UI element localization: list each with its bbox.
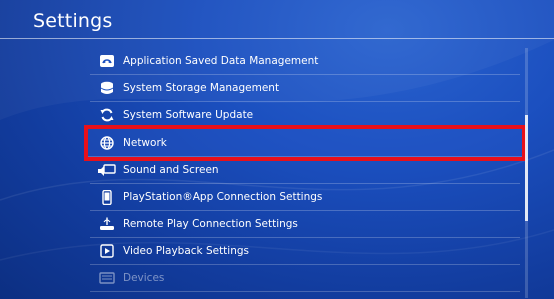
video-playback-icon [90, 238, 123, 265]
menu-item-label: PlayStation®App Connection Settings [123, 191, 323, 203]
menu-item-label: System Storage Management [123, 82, 280, 94]
storage-icon [90, 75, 123, 102]
menu-item-label: Network [123, 136, 167, 149]
menu-item-application-saved-data[interactable]: Application Saved Data Management [90, 48, 520, 75]
menu-item-label: Video Playback Settings [123, 245, 250, 257]
devices-icon [90, 265, 123, 292]
page-title: Settings [33, 10, 113, 32]
update-icon [90, 102, 123, 129]
menu-item-remote-play-connection[interactable]: Remote Play Connection Settings [90, 211, 520, 238]
menu-item-sound-and-screen[interactable]: Sound and Screen [90, 157, 520, 184]
menu-item-label: System Software Update [123, 109, 254, 121]
menu-item-label: Devices [123, 272, 165, 284]
menu-item-label: Sound and Screen [123, 164, 219, 176]
menu-item-playstation-app-connection[interactable]: PlayStation®App Connection Settings [90, 184, 520, 211]
menu-item-system-storage[interactable]: System Storage Management [90, 75, 520, 102]
settings-list: Application Saved Data Management System… [84, 48, 526, 292]
menu-item-label: Application Saved Data Management [123, 55, 319, 67]
phone-icon [90, 184, 123, 211]
menu-item-system-software-update[interactable]: System Software Update [90, 102, 520, 129]
save-data-icon [90, 48, 123, 75]
menu-item-video-playback[interactable]: Video Playback Settings [90, 238, 520, 265]
remote-play-icon [90, 211, 123, 238]
menu-item-label: Remote Play Connection Settings [123, 218, 298, 230]
scrollbar-thumb[interactable] [525, 115, 528, 221]
menu-item-network[interactable]: Network [84, 125, 526, 161]
sound-screen-icon [90, 157, 123, 184]
header-divider [0, 38, 554, 39]
globe-icon [90, 129, 123, 156]
menu-item-devices[interactable]: Devices [90, 265, 520, 292]
